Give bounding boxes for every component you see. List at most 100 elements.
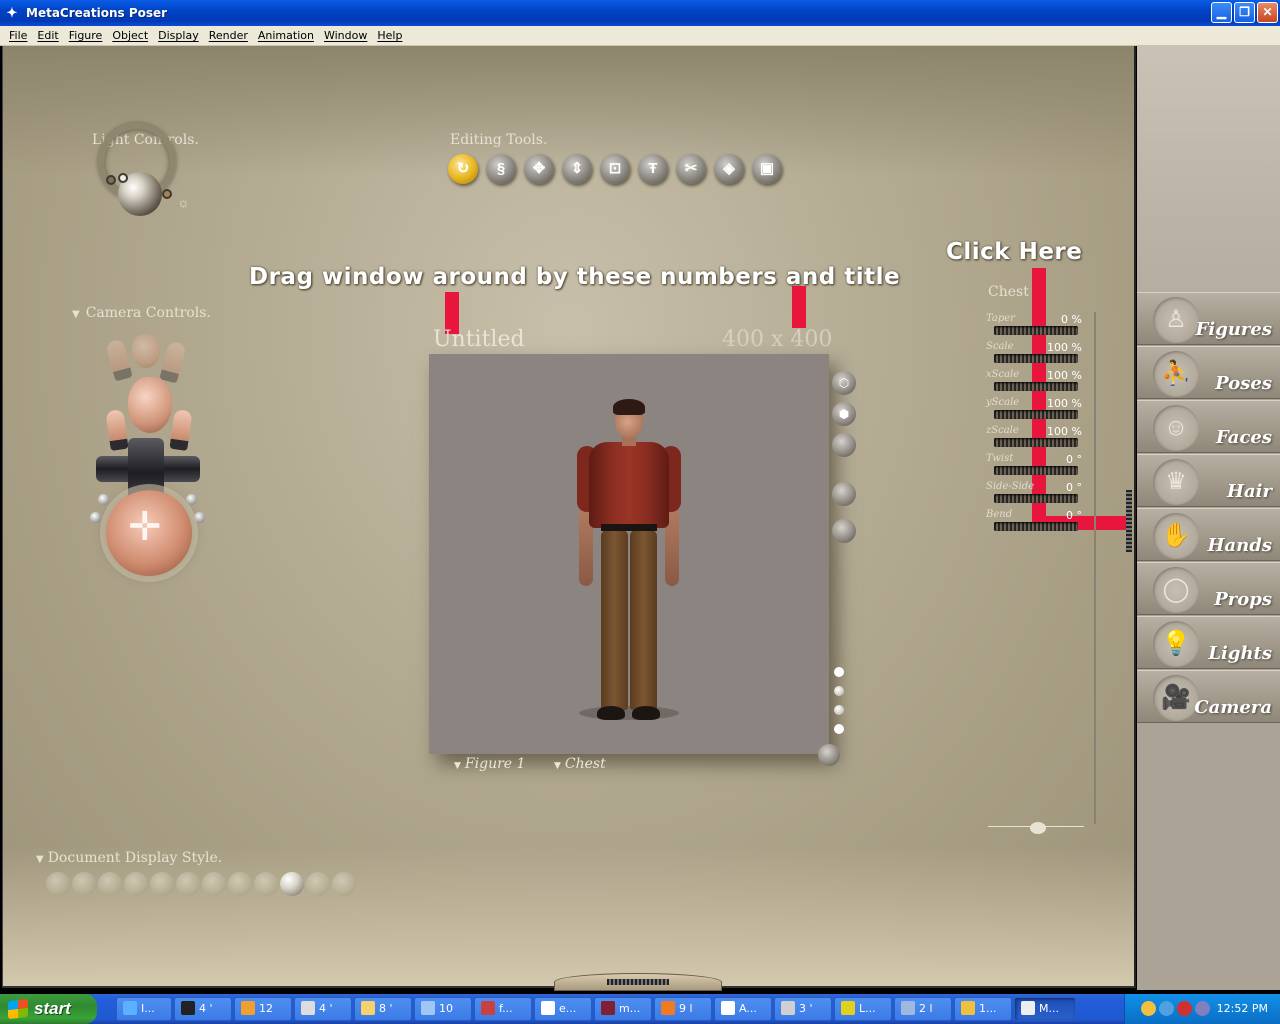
dial-control[interactable] xyxy=(994,466,1078,475)
menu-help[interactable]: Help xyxy=(377,29,402,42)
dial-value[interactable]: 100 % xyxy=(1047,425,1082,438)
dial-control[interactable] xyxy=(994,354,1078,363)
outline-style-icon[interactable] xyxy=(72,872,96,896)
taskbar-item[interactable]: 9 l xyxy=(654,997,712,1021)
menu-edit[interactable]: Edit xyxy=(37,29,58,42)
camera-key-dot[interactable] xyxy=(186,494,197,505)
smooth-lined-style-icon[interactable] xyxy=(306,872,330,896)
document-title[interactable]: Untitled xyxy=(433,327,525,352)
camera-trackball[interactable] xyxy=(106,490,192,576)
camera-key-dot[interactable] xyxy=(98,494,109,505)
start-button[interactable]: start xyxy=(0,994,97,1024)
camera-key-dot[interactable] xyxy=(194,512,205,523)
shield-icon[interactable] xyxy=(1177,1001,1192,1016)
light-handle-1[interactable] xyxy=(118,173,128,183)
dial-control[interactable] xyxy=(994,382,1078,391)
tracking-mode-dot[interactable] xyxy=(834,705,844,715)
hidden-line-style-icon[interactable] xyxy=(124,872,148,896)
light-handle-3[interactable] xyxy=(162,189,172,199)
dial-control[interactable] xyxy=(994,494,1078,503)
face-camera-icon[interactable] xyxy=(128,377,172,433)
body-part-select-menu[interactable]: Chest xyxy=(554,756,606,772)
title-bar[interactable]: ✦ MetaCreations Poser ▁ ❐ ✕ xyxy=(0,0,1280,26)
cartoon-style-icon[interactable] xyxy=(228,872,252,896)
dial-bend[interactable]: Bend 0 ° xyxy=(986,508,1084,536)
tray-icon[interactable] xyxy=(1195,1001,1210,1016)
document-canvas[interactable] xyxy=(429,354,829,754)
parameter-scroll-knob[interactable] xyxy=(1030,822,1046,834)
dial-value[interactable]: 0 % xyxy=(1061,313,1082,326)
tray-icon[interactable] xyxy=(1141,1001,1156,1016)
taskbar-item[interactable]: L... xyxy=(834,997,892,1021)
cartoon-line-style-icon[interactable] xyxy=(254,872,278,896)
taskbar-item[interactable]: f... xyxy=(474,997,532,1021)
display-box-icon[interactable]: ⬢ xyxy=(832,402,856,426)
dial-zscale[interactable]: zScale 100 % xyxy=(986,424,1084,452)
library-hair-button[interactable]: ♛ Hair xyxy=(1137,454,1280,507)
taskbar-item[interactable]: 8 ' xyxy=(354,997,412,1021)
tracking-mode-dot[interactable] xyxy=(834,686,844,696)
lit-wireframe-style-icon[interactable] xyxy=(150,872,174,896)
color-settings-icon[interactable] xyxy=(832,482,856,506)
dial-twist[interactable]: Twist 0 ° xyxy=(986,452,1084,480)
dial-value[interactable]: 0 ° xyxy=(1066,481,1082,494)
dial-control[interactable] xyxy=(994,326,1078,335)
minimize-button[interactable]: ▁ xyxy=(1211,2,1232,23)
taskbar-item[interactable]: I... xyxy=(116,997,172,1021)
library-lights-button[interactable]: 💡 Lights xyxy=(1137,616,1280,669)
scale-tool-icon[interactable]: ⊡ xyxy=(600,154,630,184)
dial-xscale[interactable]: xScale 100 % xyxy=(986,368,1084,396)
tray-icon[interactable] xyxy=(1159,1001,1174,1016)
dial-value[interactable]: 0 ° xyxy=(1066,453,1082,466)
menu-figure[interactable]: Figure xyxy=(69,29,103,42)
chain-break-tool-icon[interactable]: ✂ xyxy=(676,154,706,184)
library-props-button[interactable]: ◯ Props xyxy=(1137,562,1280,615)
dial-control[interactable] xyxy=(994,438,1078,447)
light-properties-icon[interactable]: ☼ xyxy=(177,194,190,210)
display-style-dropdown[interactable]: ▼ Document Display Style. xyxy=(36,850,222,866)
library-hands-button[interactable]: ✋ Hands xyxy=(1137,508,1280,561)
taskbar-item[interactable]: 4 ' xyxy=(174,997,232,1021)
dial-scale[interactable]: Scale 100 % xyxy=(986,340,1084,368)
color-tool-icon[interactable]: ◈ xyxy=(714,154,744,184)
library-faces-button[interactable]: ☺ Faces xyxy=(1137,400,1280,453)
menu-file[interactable]: File xyxy=(9,29,27,42)
taskbar-item[interactable]: 4 ' xyxy=(294,997,352,1021)
taskbar-item[interactable]: 12 xyxy=(234,997,292,1021)
tracking-mode-dot[interactable] xyxy=(834,724,844,734)
texture-shaded-style-icon[interactable] xyxy=(332,872,356,896)
dial-value[interactable]: 100 % xyxy=(1047,369,1082,382)
smooth-shaded-style-icon[interactable] xyxy=(280,872,304,896)
main-camera-face-icon[interactable] xyxy=(132,334,160,368)
animation-controls-tab[interactable] xyxy=(554,973,722,991)
dial-side-side[interactable]: Side-Side 0 ° xyxy=(986,480,1084,508)
library-figures-button[interactable]: ♙ Figures xyxy=(1137,292,1280,345)
camera-controls-dropdown[interactable]: ▼ Camera Controls. xyxy=(72,305,211,321)
taskbar-item[interactable]: e... xyxy=(534,997,592,1021)
menu-display[interactable]: Display xyxy=(158,29,199,42)
translate-tool-icon[interactable]: ✥ xyxy=(524,154,554,184)
fly-around-icon[interactable]: ⬡ xyxy=(832,371,856,395)
dial-value[interactable]: 0 ° xyxy=(1066,509,1082,522)
taskbar-item[interactable]: 3 ' xyxy=(774,997,832,1021)
rotate-tool-icon[interactable]: ↻ xyxy=(448,154,478,184)
dial-yscale[interactable]: yScale 100 % xyxy=(986,396,1084,424)
library-camera-button[interactable]: 🎥 Camera xyxy=(1137,670,1280,723)
dial-taper[interactable]: Taper 0 % xyxy=(986,312,1084,340)
close-button[interactable]: ✕ xyxy=(1257,2,1278,23)
dial-control[interactable] xyxy=(994,410,1078,419)
figure-select-menu[interactable]: Figure 1 xyxy=(454,756,526,772)
camera-key-dot[interactable] xyxy=(90,512,101,523)
menu-window[interactable]: Window xyxy=(324,29,367,42)
silhouette-style-icon[interactable] xyxy=(46,872,70,896)
library-poses-button[interactable]: ⛹ Poses xyxy=(1137,346,1280,399)
direct-manipulation-tool-icon[interactable]: ▣ xyxy=(752,154,782,184)
light-handle-2[interactable] xyxy=(106,175,116,185)
depth-cue-icon[interactable] xyxy=(832,519,856,543)
window-resize-icon[interactable] xyxy=(818,744,840,766)
taskbar-item[interactable]: 1... xyxy=(954,997,1012,1021)
dial-control[interactable] xyxy=(994,522,1078,531)
dial-value[interactable]: 100 % xyxy=(1047,341,1082,354)
library-drawer-handle[interactable] xyxy=(1126,490,1132,552)
taskbar-item-poser[interactable]: M... xyxy=(1014,997,1076,1021)
